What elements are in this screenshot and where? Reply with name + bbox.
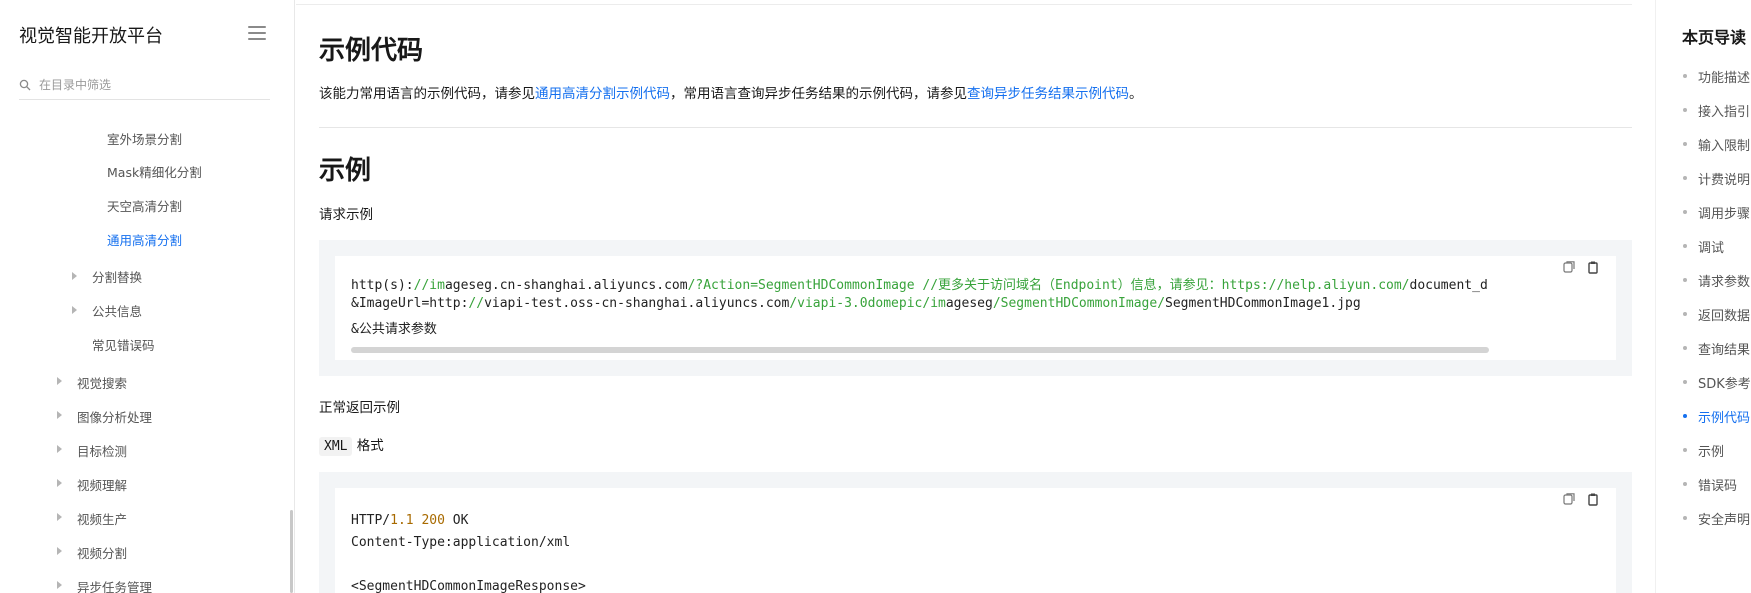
platform-title[interactable]: 视觉智能开放平台 (19, 22, 163, 48)
toc-item-request-params[interactable]: 请求参数 (1698, 271, 1750, 290)
sidebar-item-mask-refine-seg[interactable]: Mask精细化分割 (107, 162, 202, 181)
toc-item-security[interactable]: 安全声明 (1698, 509, 1750, 528)
toc-item-example[interactable]: 示例 (1698, 441, 1724, 460)
example-heading: 示例 (319, 156, 372, 186)
clipboard-icon[interactable] (1586, 492, 1600, 506)
section-divider (319, 127, 1632, 128)
toc-item-access-guide[interactable]: 接入指引 (1698, 101, 1750, 120)
sidebar-item-outdoor-scene-seg[interactable]: 室外场景分割 (107, 129, 182, 148)
toc-item-sdk-reference[interactable]: SDK参考 (1698, 373, 1751, 392)
sample-code-heading: 示例代码 (319, 36, 424, 66)
sidebar-item-video-production[interactable]: 视频生产 (77, 509, 127, 528)
toc-item-input-limits[interactable]: 输入限制 (1698, 135, 1750, 154)
toc-bullet (1683, 210, 1687, 214)
request-example-label: 请求示例 (319, 207, 373, 223)
code-horizontal-scrollbar[interactable] (351, 347, 1489, 353)
caret-right-icon[interactable] (57, 445, 62, 453)
toc-item-billing[interactable]: 计费说明 (1698, 169, 1750, 188)
response-code-line-1: HTTP/1.1 200 OK (351, 513, 469, 528)
response-code-block: HTTP/1.1 200 OK Content-Type:application… (319, 472, 1632, 593)
request-code-line-3: &公共请求参数 (351, 322, 437, 337)
toc-bullet (1683, 74, 1687, 78)
toc-item-call-steps[interactable]: 调用步骤 (1698, 203, 1750, 222)
format-label: XML 格式 (319, 434, 384, 456)
toc-bullet (1683, 482, 1687, 486)
filter-input[interactable] (39, 77, 259, 92)
sample-code-text-3: 。 (1129, 86, 1143, 102)
page-toc: 本页导读 功能描述 接入指引 输入限制 计费说明 调用步骤 调试 请求参数 返回… (1655, 0, 1751, 593)
sample-code-text-2: ，常用语言查询异步任务结果的示例代码，请参见 (670, 86, 967, 102)
sidebar-scrollbar[interactable] (290, 510, 293, 593)
request-code-line-2: &ImageUrl=http://viapi-test.oss-cn-shang… (351, 296, 1361, 311)
clipboard-icon[interactable] (1586, 260, 1600, 274)
toc-bullet (1683, 278, 1687, 282)
async-query-sample-link[interactable]: 查询异步任务结果示例代码 (967, 86, 1129, 102)
caret-right-icon[interactable] (72, 306, 77, 314)
toc-bullet (1683, 244, 1687, 248)
toc-bullet (1683, 312, 1687, 316)
copy-icon[interactable] (1562, 260, 1576, 274)
toc-item-function[interactable]: 功能描述 (1698, 67, 1750, 86)
sidebar-item-visual-search[interactable]: 视觉搜索 (77, 373, 127, 392)
request-code-line-1: http(s)://imageseg.cn-shanghai.aliyuncs.… (351, 278, 1488, 293)
response-code-line-2: Content-Type:application/xml (351, 535, 571, 550)
toc-item-query-result[interactable]: 查询结果 (1698, 339, 1750, 358)
toc-bullet (1683, 516, 1687, 520)
top-divider (296, 4, 1632, 5)
toc-item-return-data[interactable]: 返回数据 (1698, 305, 1750, 324)
response-code-line-4: <SegmentHDCommonImageResponse> (351, 579, 586, 593)
format-code: XML (319, 437, 353, 456)
copy-icon[interactable] (1562, 492, 1576, 506)
sidebar-item-object-detection[interactable]: 目标检测 (77, 441, 127, 460)
menu-icon[interactable] (248, 26, 266, 42)
caret-right-icon[interactable] (57, 479, 62, 487)
sidebar-item-video-understanding[interactable]: 视频理解 (77, 475, 127, 494)
sidebar-item-image-analysis[interactable]: 图像分析处理 (77, 407, 152, 426)
toc-bullet (1683, 142, 1687, 146)
caret-right-icon[interactable] (57, 377, 62, 385)
sample-code-text-1: 该能力常用语言的示例代码，请参见 (319, 86, 535, 102)
toc-item-sample-code[interactable]: 示例代码 (1698, 407, 1750, 426)
toc-bullet (1683, 380, 1687, 384)
sidebar-item-seg-replace[interactable]: 分割替换 (92, 267, 142, 286)
code-toolbar (1558, 490, 1604, 508)
toc-title: 本页导读 (1682, 28, 1747, 47)
sidebar: 视觉智能开放平台 室外场景分割 Mask精细化分割 天空高清分割 通用高清分割 … (0, 0, 295, 593)
toc-bullet (1683, 176, 1687, 180)
toc-bullet (1683, 414, 1687, 418)
sidebar-item-sky-hd-seg[interactable]: 天空高清分割 (107, 196, 182, 215)
toc-item-error-codes[interactable]: 错误码 (1698, 475, 1737, 494)
sidebar-item-async-task[interactable]: 异步任务管理 (77, 577, 152, 593)
response-code-body: HTTP/1.1 200 OK Content-Type:application… (335, 488, 1616, 593)
common-hd-seg-sample-link[interactable]: 通用高清分割示例代码 (535, 86, 670, 102)
sidebar-item-error-codes[interactable]: 常见错误码 (92, 335, 155, 354)
toc-bullet (1683, 448, 1687, 452)
toc-bullet (1683, 108, 1687, 112)
caret-right-icon[interactable] (57, 513, 62, 521)
search-icon (19, 79, 31, 90)
sample-code-paragraph: 该能力常用语言的示例代码，请参见通用高清分割示例代码，常用语言查询异步任务结果的… (319, 82, 1143, 102)
filter-field (19, 70, 270, 100)
caret-right-icon[interactable] (57, 547, 62, 555)
sidebar-item-video-segmentation[interactable]: 视频分割 (77, 543, 127, 562)
format-suffix: 格式 (352, 438, 384, 454)
caret-right-icon[interactable] (57, 581, 62, 589)
toc-item-debug[interactable]: 调试 (1698, 237, 1724, 256)
sidebar-item-common-info[interactable]: 公共信息 (92, 301, 142, 320)
toc-bullet (1683, 346, 1687, 350)
code-toolbar (1558, 258, 1604, 276)
response-example-label: 正常返回示例 (319, 400, 400, 416)
caret-right-icon[interactable] (72, 272, 77, 280)
sidebar-item-common-hd-seg[interactable]: 通用高清分割 (107, 230, 182, 249)
request-code-body: http(s)://imageseg.cn-shanghai.aliyuncs.… (335, 256, 1616, 360)
request-code-block: http(s)://imageseg.cn-shanghai.aliyuncs.… (319, 240, 1632, 376)
caret-right-icon[interactable] (57, 411, 62, 419)
